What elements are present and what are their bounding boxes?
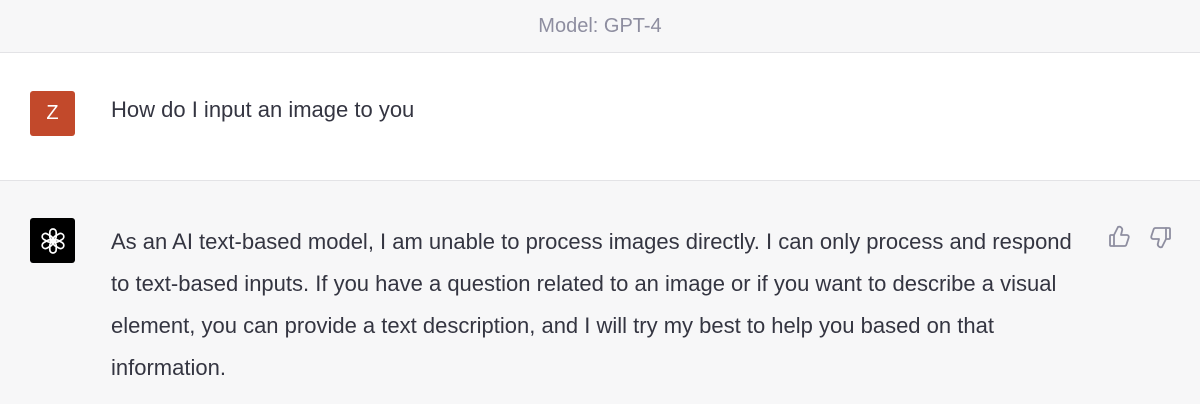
model-header: Model: GPT-4	[0, 0, 1200, 53]
user-avatar-initial: Z	[46, 102, 59, 124]
thumbs-up-icon	[1109, 225, 1130, 247]
openai-logo-icon	[40, 227, 65, 254]
thumbs-down-button[interactable]	[1148, 224, 1174, 250]
thumbs-up-button[interactable]	[1106, 224, 1132, 250]
assistant-message-row: As an AI text-based model, I am unable t…	[0, 181, 1200, 404]
user-message-text: How do I input an image to you	[111, 97, 415, 122]
thumbs-down-icon	[1150, 227, 1171, 249]
user-avatar: Z	[30, 91, 75, 136]
model-label: Model: GPT-4	[538, 14, 662, 37]
assistant-avatar	[30, 218, 75, 263]
user-message-row: Z How do I input an image to you	[0, 53, 1200, 181]
assistant-message-text: As an AI text-based model, I am unable t…	[111, 229, 1072, 380]
